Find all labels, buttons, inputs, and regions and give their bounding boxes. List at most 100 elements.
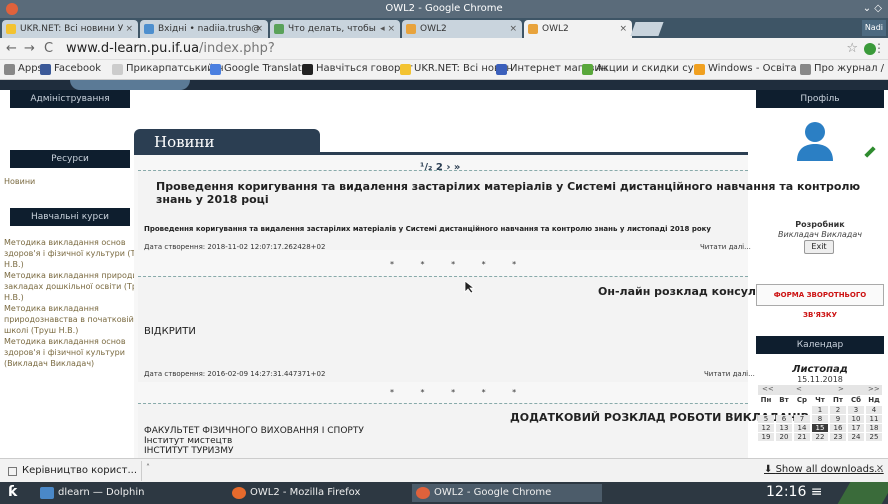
course-link[interactable]: Методика викладання основ (4, 237, 126, 248)
calendar-day[interactable]: 25 (866, 433, 882, 441)
course-link[interactable]: школі (Труш Н.В.) (4, 325, 78, 336)
course-link[interactable]: Методика викладання природи в (4, 270, 145, 281)
reload-icon[interactable]: C (44, 41, 53, 56)
calendar-month: Листопад (792, 364, 848, 375)
calendar-day[interactable]: 24 (848, 433, 864, 441)
task-dolphin[interactable]: dlearn — Dolphin (36, 484, 226, 502)
calendar-day-today[interactable]: 15 (812, 424, 828, 432)
url-field[interactable]: www.d-learn.pu.if.ua/index.php? (66, 41, 275, 56)
chevron-up-icon[interactable]: ˄ (146, 463, 150, 472)
bookmark-aktsii[interactable]: Акции и скидки су (582, 63, 694, 75)
task-firefox[interactable]: OWL2 - Mozilla Firefox (228, 484, 408, 502)
download-item[interactable]: Керівництво корист... (4, 461, 142, 481)
system-tray[interactable] (837, 482, 888, 504)
edit-pencil-icon[interactable] (864, 146, 876, 158)
tab-owl2[interactable]: OWL2 × (402, 20, 522, 38)
ukrnet-icon (6, 24, 16, 34)
close-icon[interactable]: × (255, 20, 263, 38)
close-icon[interactable]: × (619, 20, 627, 38)
translate-icon (210, 64, 221, 75)
calendar-day[interactable]: 1 (812, 406, 828, 414)
course-link[interactable]: закладах дошкільної освіти (Труш (4, 281, 149, 292)
show-all-downloads-link[interactable]: ⬇ Show all downloads... (764, 464, 884, 475)
bookmark-apps[interactable]: Apps (4, 63, 43, 75)
next-year-button[interactable]: >> (868, 385, 880, 393)
kde-launcher-icon[interactable]: ƙ (8, 484, 17, 500)
resources-link-news[interactable]: Новини (4, 176, 35, 187)
calendar-day[interactable]: 21 (794, 433, 810, 441)
calendar-day[interactable]: 11 (866, 415, 882, 423)
course-link[interactable]: здоров'я і фізичної культури (Труш (4, 248, 153, 259)
next-month-button[interactable]: > (838, 385, 844, 393)
course-link[interactable]: природознавства в початковій (4, 314, 134, 325)
calendar-day[interactable]: 23 (830, 433, 846, 441)
bookmark-google-translate[interactable]: Google Translate (210, 63, 308, 75)
news-separator: * * * * * (390, 260, 529, 269)
calendar-day[interactable]: 12 (758, 424, 774, 432)
calendar-day[interactable]: 6 (776, 415, 792, 423)
tab-bar: UKR.NET: Всі новини У × Вхідні • nadiia.… (0, 18, 888, 38)
menu-icon[interactable]: ⋮ (873, 41, 885, 55)
calendar-day[interactable]: 13 (776, 424, 792, 432)
new-tab-button[interactable] (630, 22, 664, 36)
calendar-day[interactable]: 17 (848, 424, 864, 432)
course-link[interactable]: (Викладач Викладач) (4, 358, 94, 369)
tab-label: OWL2 (420, 24, 447, 34)
owl-icon (528, 24, 538, 34)
course-link[interactable]: Методика викладання основ (4, 336, 126, 347)
news-separator: * * * * * (390, 388, 529, 397)
page-icon (274, 24, 284, 34)
bookmark-facebook[interactable]: Facebook (40, 63, 101, 75)
close-icon[interactable]: × (876, 463, 884, 474)
calendar-day[interactable]: 4 (866, 406, 882, 414)
tab-gmail[interactable]: Вхідні • nadiia.trush@ × (140, 20, 268, 38)
calendar-day[interactable]: 16 (830, 424, 846, 432)
courses-block-head: Навчальні курси (10, 208, 130, 226)
clock[interactable]: 12:16 ≡ (766, 484, 823, 500)
news-body[interactable]: ВІДКРИТИ (144, 326, 196, 337)
globe-icon (800, 64, 811, 75)
calendar-day[interactable]: 8 (812, 415, 828, 423)
course-link[interactable]: здоров'я і фізичної культури (4, 347, 125, 358)
task-chrome[interactable]: OWL2 - Google Chrome (412, 484, 602, 502)
forward-icon[interactable]: → (24, 41, 35, 56)
bookmark-navchitsia[interactable]: Навчіться говорит (302, 63, 413, 75)
exit-button[interactable]: Exit (804, 240, 834, 254)
calendar-day[interactable]: 3 (848, 406, 864, 414)
calendar-day[interactable]: 22 (812, 433, 828, 441)
window-controls[interactable]: ⌄ ◇ (863, 0, 882, 18)
news-title[interactable]: Проведення коригування та видалення заст… (156, 180, 888, 206)
news-date: Дата створення: 2016-02-09 14:27:31.4473… (144, 370, 326, 378)
audio-close-icon[interactable]: ◂ × (380, 20, 395, 38)
course-link[interactable]: Методика викладання (4, 303, 99, 314)
calendar-day[interactable]: 18 (866, 424, 882, 432)
calendar-day[interactable]: 5 (758, 415, 774, 423)
calendar-day[interactable]: 7 (794, 415, 810, 423)
download-bar: Керівництво корист... ˄ ⬇ Show all downl… (0, 458, 888, 482)
calendar-day[interactable]: 2 (830, 406, 846, 414)
calendar-day[interactable]: 10 (848, 415, 864, 423)
prev-month-button[interactable]: < (796, 385, 802, 393)
feedback-form-button[interactable]: ФОРМА ЗВОРОТНЬОГО ЗВ'ЯЗКУ (756, 284, 884, 319)
bookmark-windows[interactable]: Windows - Освіта М (694, 63, 808, 75)
calendar-day[interactable]: 9 (830, 415, 846, 423)
bookmark-prykarpatskyi[interactable]: Прикарпатський н (112, 63, 224, 75)
course-link[interactable]: Н.В.) (4, 292, 24, 303)
read-more-link[interactable]: Читати далі... (704, 370, 755, 378)
close-icon[interactable]: × (125, 20, 133, 38)
tab-owl2-active[interactable]: OWL2 × (524, 20, 632, 38)
read-more-link[interactable]: Читати далі... (700, 243, 751, 251)
profile-block-head: Профіль (756, 90, 884, 108)
profile-name[interactable]: Nadi (861, 20, 886, 36)
calendar-day[interactable]: 14 (794, 424, 810, 432)
calendar-day[interactable]: 19 (758, 433, 774, 441)
close-icon[interactable]: × (509, 20, 517, 38)
tab-ukrnet[interactable]: UKR.NET: Всі новини У × (2, 20, 138, 38)
back-icon[interactable]: ← (6, 41, 17, 56)
calendar-day[interactable]: 20 (776, 433, 792, 441)
bookmark-star-icon[interactable]: ☆ (846, 41, 858, 56)
bookmark-pro-zhurnal[interactable]: Про журнал / Inter (800, 63, 888, 75)
prev-year-button[interactable]: << (762, 385, 774, 393)
course-link[interactable]: Н.В.) (4, 259, 24, 270)
tab-chto-delat[interactable]: Что делать, чтобы ◂ × (270, 20, 400, 38)
